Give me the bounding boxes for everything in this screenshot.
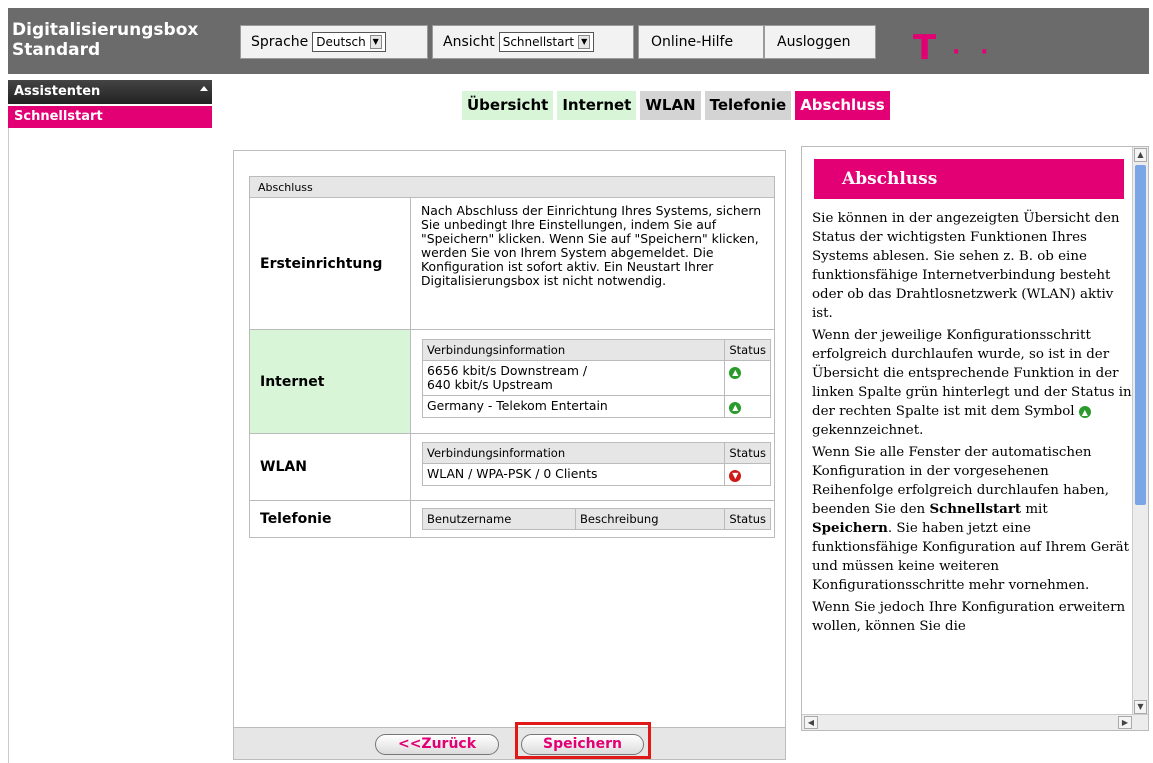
logout-button[interactable]: Ausloggen xyxy=(764,25,876,59)
ersteinrichtung-label: Ersteinrichtung xyxy=(250,198,411,329)
table-row: Germany - Telekom Entertain ▲ xyxy=(421,395,771,418)
chevron-down-icon[interactable]: ▼ xyxy=(369,35,382,49)
sidebar-divider xyxy=(8,128,9,763)
online-help-label: Online-Hilfe xyxy=(651,34,734,50)
tab-internet[interactable]: Internet xyxy=(557,91,637,120)
sidebar-section-label: Assistenten xyxy=(14,84,101,99)
telefonie-col-status: Status xyxy=(724,508,771,530)
internet-label: Internet xyxy=(250,330,411,433)
brand-line2: Standard xyxy=(12,40,101,60)
language-selector[interactable]: Sprache Deutsch ▼ xyxy=(240,25,428,59)
internet-details: Verbindungsinformation Status 6656 kbit/… xyxy=(411,330,774,433)
status-ok-icon: ▲ xyxy=(1078,406,1091,418)
logo-dots: · · xyxy=(952,40,995,65)
help-panel: Abschluss Sie können in der angezeigten … xyxy=(801,146,1149,731)
table-row: 6656 kbit/s Downstream / 640 kbit/s Upst… xyxy=(421,360,771,396)
help-p3-bold-schnellstart: Schnellstart xyxy=(929,501,1022,517)
status-error-icon: ▼ xyxy=(729,470,742,482)
sidebar: Assistenten Schnellstart xyxy=(8,80,212,128)
sidebar-item-label: Schnellstart xyxy=(14,109,103,124)
page-root: Digitalisierungsbox Standard Sprache Deu… xyxy=(0,0,1153,763)
telefonie-table: Benutzername Beschreibung Status xyxy=(422,508,771,530)
telefonie-col-desc: Beschreibung xyxy=(574,508,726,530)
summary-table: Abschluss Ersteinrichtung Nach Abschluss… xyxy=(249,176,775,538)
ersteinrichtung-text: Nach Abschluss der Einrichtung Ihres Sys… xyxy=(421,203,762,288)
brand-line1: Digitalisierungsbox xyxy=(12,20,199,40)
main-panel: Abschluss Ersteinrichtung Nach Abschluss… xyxy=(233,150,786,760)
telefonie-details: Benutzername Beschreibung Status xyxy=(411,501,774,537)
online-help-button[interactable]: Online-Hilfe xyxy=(638,25,764,59)
wlan-status-cell: ▼ xyxy=(724,463,771,486)
telekom-logo: T · · xyxy=(913,28,994,68)
help-title: Abschluss xyxy=(814,159,1124,199)
wlan-col-info: Verbindungsinformation xyxy=(421,442,726,464)
help-paragraph-1: Sie können in der angezeigten Übersicht … xyxy=(812,211,1120,321)
table-row: WLAN / WPA-PSK / 0 Clients ▼ xyxy=(421,463,771,486)
brand-title: Digitalisierungsbox Standard xyxy=(12,20,198,60)
help-paragraph-2: Wenn der jeweilige Konfigurationsschritt… xyxy=(812,326,1132,440)
scroll-down-icon[interactable]: ▼ xyxy=(1134,700,1147,714)
telefonie-col-user: Benutzername xyxy=(422,508,576,530)
row-telefonie: Telefonie Benutzername Beschreibung Stat… xyxy=(250,501,774,537)
wlan-label: WLAN xyxy=(250,434,411,500)
scroll-right-icon[interactable]: ▶ xyxy=(1118,716,1132,729)
internet-table: Verbindungsinformation Status 6656 kbit/… xyxy=(421,339,771,418)
button-bar: <<Zurück Speichern xyxy=(234,727,785,759)
help-paragraph-3: Wenn Sie alle Fenster der automatischen … xyxy=(812,443,1132,595)
help-body: Sie können in der angezeigten Übersicht … xyxy=(812,209,1132,639)
view-select[interactable]: Schnellstart ▼ xyxy=(498,32,595,52)
tab-telefonie[interactable]: Telefonie xyxy=(704,91,792,120)
help-vertical-scrollbar[interactable]: ▲ ▼ xyxy=(1132,147,1148,715)
status-ok-icon: ▲ xyxy=(729,367,742,379)
status-ok-icon: ▲ xyxy=(729,402,742,414)
collapse-triangle-icon[interactable] xyxy=(200,86,208,91)
row-ersteinrichtung: Ersteinrichtung Nach Abschluss der Einri… xyxy=(250,198,774,330)
section-header: Abschluss xyxy=(250,177,774,198)
telefonie-label: Telefonie xyxy=(250,501,411,537)
scroll-up-icon[interactable]: ▲ xyxy=(1134,148,1147,162)
row-internet: Internet Verbindungsinformation Status 6… xyxy=(250,330,774,434)
view-value: Schnellstart xyxy=(502,35,575,49)
tab-wlan[interactable]: WLAN xyxy=(640,91,701,120)
scroll-left-icon[interactable]: ◀ xyxy=(804,716,818,729)
wlan-table: Verbindungsinformation Status WLAN / WPA… xyxy=(421,442,771,486)
help-horizontal-scrollbar[interactable]: ◀ ▶ xyxy=(802,714,1148,730)
tab-abschluss[interactable]: Abschluss xyxy=(795,91,890,120)
help-p2-end: gekennzeichnet. xyxy=(812,423,924,438)
back-button[interactable]: <<Zurück xyxy=(375,734,499,755)
internet-col-info: Verbindungsinformation xyxy=(421,339,726,361)
language-select[interactable]: Deutsch ▼ xyxy=(312,32,386,52)
internet-status-cell: ▲ xyxy=(724,360,771,396)
wlan-details: Verbindungsinformation Status WLAN / WPA… xyxy=(411,434,774,500)
internet-info-line2: 640 kbit/s Upstream xyxy=(427,377,553,392)
header-bar: Digitalisierungsbox Standard Sprache Deu… xyxy=(8,8,1149,74)
internet-col-status: Status xyxy=(724,339,771,361)
logo-t: T xyxy=(913,28,939,68)
scroll-thumb[interactable] xyxy=(1135,165,1146,505)
save-button-highlight xyxy=(515,722,651,759)
help-p3-bold-speichern: Speichern xyxy=(812,520,888,536)
language-label: Sprache xyxy=(251,34,309,50)
language-value: Deutsch xyxy=(316,35,366,49)
view-selector[interactable]: Ansicht Schnellstart ▼ xyxy=(432,25,634,59)
view-label: Ansicht xyxy=(443,34,495,50)
sidebar-item-schnellstart[interactable]: Schnellstart xyxy=(8,106,212,128)
chevron-down-icon[interactable]: ▼ xyxy=(578,35,591,49)
help-p3-mid: mit xyxy=(1025,502,1048,517)
wizard-tabs: Übersicht Internet WLAN Telefonie Abschl… xyxy=(462,91,890,120)
internet-info-line1: 6656 kbit/s Downstream / xyxy=(427,363,588,378)
help-paragraph-4: Wenn Sie jedoch Ihre Konfiguration erwei… xyxy=(812,600,1126,634)
internet-status-cell: ▲ xyxy=(724,395,771,418)
internet-info-cell: 6656 kbit/s Downstream / 640 kbit/s Upst… xyxy=(421,360,726,396)
tab-uebersicht[interactable]: Übersicht xyxy=(462,91,554,120)
internet-info-cell: Germany - Telekom Entertain xyxy=(421,395,726,418)
wlan-col-status: Status xyxy=(724,442,771,464)
sidebar-section-assistenten[interactable]: Assistenten xyxy=(8,80,212,104)
logout-label: Ausloggen xyxy=(777,34,851,50)
wlan-info-cell: WLAN / WPA-PSK / 0 Clients xyxy=(421,463,726,486)
row-wlan: WLAN Verbindungsinformation Status WLAN … xyxy=(250,434,774,501)
